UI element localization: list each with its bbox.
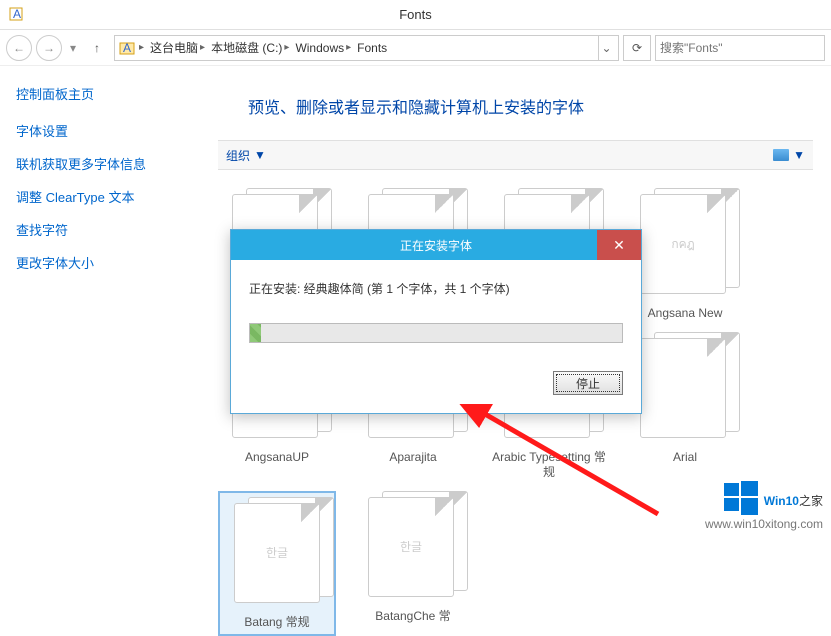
refresh-button[interactable]: ⟳ [623, 35, 651, 61]
dialog-message: 正在安装: 经典趣体简 (第 1 个字体，共 1 个字体) [249, 280, 623, 297]
font-item[interactable]: Arial [626, 332, 744, 481]
up-button[interactable]: ↑ [84, 35, 110, 61]
font-name: BatangChe 常 [354, 609, 472, 625]
search-box[interactable] [655, 35, 825, 61]
page-heading: 预览、删除或者显示和隐藏计算机上安装的字体 [248, 94, 813, 118]
sidebar: 控制面板主页 字体设置 联机获取更多字体信息 调整 ClearType 文本 查… [0, 66, 200, 537]
command-bar: 组织▼ ▼ [218, 140, 813, 170]
windows-logo-icon [724, 481, 758, 515]
watermark-url: www.win10xitong.com [705, 517, 823, 531]
svg-text:A: A [123, 41, 131, 55]
stop-button[interactable]: 停止 [553, 371, 623, 395]
sidebar-link[interactable]: 联机获取更多字体信息 [16, 154, 184, 173]
font-name: Batang 常规 [224, 615, 330, 631]
dialog-title: 正在安装字体 [400, 237, 472, 254]
window-title: Fonts [399, 7, 432, 22]
sidebar-link[interactable]: 调整 ClearType 文本 [16, 187, 184, 206]
svg-text:A: A [13, 7, 21, 21]
font-sample: 한글 [266, 544, 288, 561]
font-name: Aparajita [354, 450, 472, 466]
control-panel-home-link[interactable]: 控制面板主页 [16, 84, 184, 103]
window-icon: A [6, 4, 26, 24]
dialog-titlebar[interactable]: 正在安装字体 ✕ [231, 230, 641, 260]
font-name: Arial [626, 450, 744, 466]
breadcrumb-item[interactable]: Windows▸ [293, 41, 353, 55]
install-font-dialog: 正在安装字体 ✕ 正在安装: 经典趣体简 (第 1 个字体，共 1 个字体) 停… [230, 229, 642, 414]
view-button[interactable]: ▼ [773, 148, 805, 162]
window-titlebar: A Fonts [0, 0, 831, 30]
search-input[interactable] [660, 41, 820, 55]
dialog-close-button[interactable]: ✕ [597, 230, 641, 260]
font-thumbnail: กคฎ [630, 188, 740, 298]
breadcrumb-item[interactable]: Fonts [355, 41, 389, 55]
back-button[interactable]: ← [6, 35, 32, 61]
breadcrumb-item[interactable]: 本地磁盘 (C:)▸ [209, 39, 291, 56]
font-item[interactable]: 한글 Batang 常规 [218, 491, 336, 636]
address-dropdown-button[interactable]: ⌄ [598, 36, 614, 60]
sidebar-link[interactable]: 查找字符 [16, 220, 184, 239]
font-name: Angsana New [626, 306, 744, 322]
address-toolbar: ← → ▾ ↑ A ▸ 这台电脑▸ 本地磁盘 (C:)▸ Windows▸ Fo… [0, 30, 831, 66]
folder-icon: A [119, 40, 135, 56]
font-sample: กคฎ [671, 235, 694, 254]
breadcrumb-item[interactable]: 这台电脑▸ [148, 39, 207, 56]
font-sample: 한글 [400, 538, 422, 555]
sidebar-link[interactable]: 字体设置 [16, 121, 184, 140]
font-thumbnail: 한글 [224, 497, 334, 607]
font-thumbnail: 한글 [358, 491, 468, 601]
address-bar[interactable]: A ▸ 这台电脑▸ 本地磁盘 (C:)▸ Windows▸ Fonts ⌄ [114, 35, 619, 61]
watermark: Win10之家 www.win10xitong.com [705, 481, 823, 531]
font-item[interactable]: 한글 BatangChe 常 [354, 491, 472, 636]
font-item[interactable]: กคฎ Angsana New [626, 188, 744, 322]
organize-button[interactable]: 组织▼ [226, 147, 266, 164]
recent-locations-button[interactable]: ▾ [66, 35, 80, 61]
forward-button[interactable]: → [36, 35, 62, 61]
progress-bar [249, 323, 623, 343]
font-thumbnail [630, 332, 740, 442]
sidebar-link[interactable]: 更改字体大小 [16, 253, 184, 272]
font-name: Arabic Typesetting 常规 [490, 450, 608, 481]
font-name: AngsanaUP [218, 450, 336, 466]
breadcrumb-separator[interactable]: ▸ [137, 42, 146, 53]
